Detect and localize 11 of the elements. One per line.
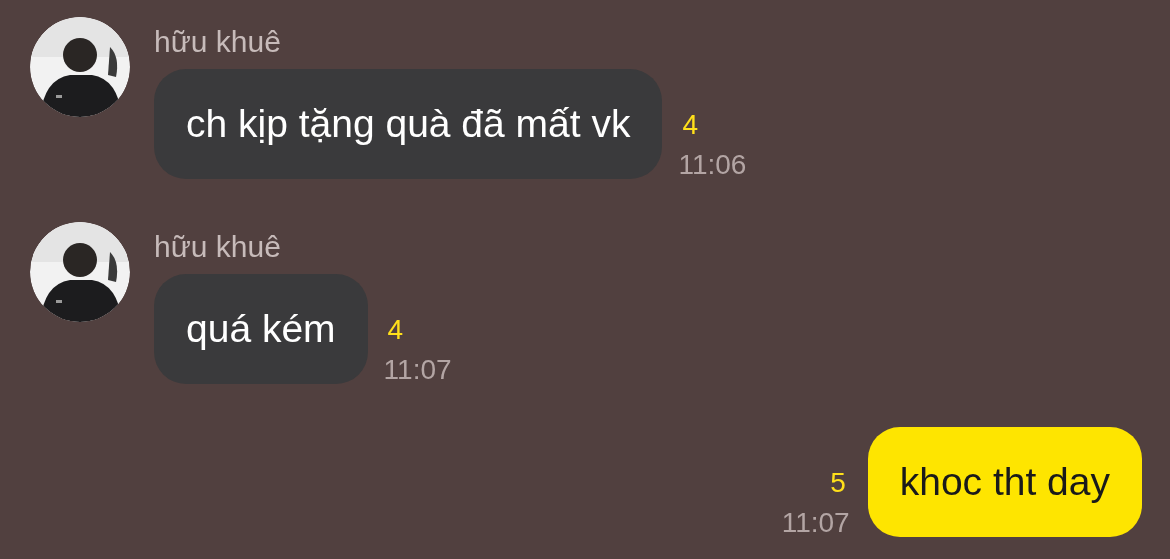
message-time: 11:07	[781, 509, 850, 537]
unread-count: 4	[681, 111, 699, 139]
sender-name: hữu khuê	[154, 232, 282, 262]
message-bubble: ch kịp tặng quà đã mất vk	[154, 69, 663, 179]
message-time: 11:06	[678, 151, 747, 179]
message-bubble: khoc tht day	[867, 427, 1142, 537]
unread-count: 4	[386, 316, 405, 344]
sender-name: hữu khuê	[154, 27, 282, 57]
unread-count: 5	[829, 469, 847, 497]
message-time: 11:07	[383, 356, 452, 384]
message-bubble: quá kém	[154, 274, 368, 384]
